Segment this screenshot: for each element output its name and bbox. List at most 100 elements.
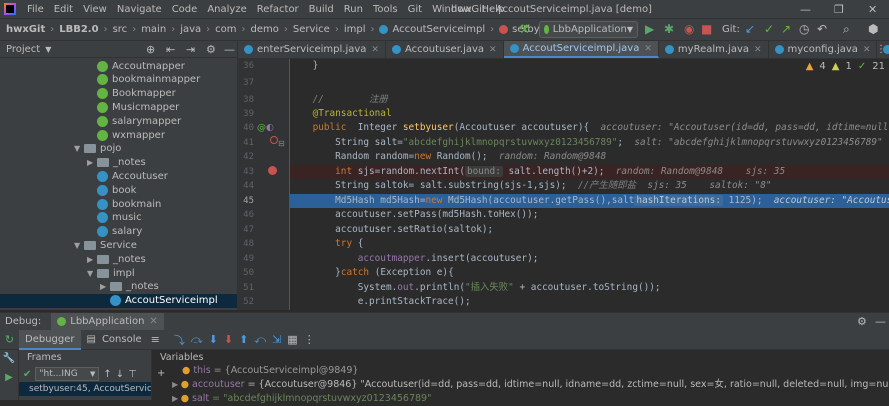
breadcrumb-java[interactable]: java <box>178 24 203 35</box>
tree-item[interactable]: ▼Service <box>0 238 237 252</box>
hide-panel-icon[interactable]: — <box>224 43 235 56</box>
menu-edit[interactable]: Edit <box>49 4 78 15</box>
chevron-right-icon[interactable]: ▶ <box>100 282 110 291</box>
implements-gutter-icon[interactable]: ◐ <box>266 123 274 133</box>
tree-item[interactable]: Musicmapper <box>0 100 237 114</box>
run-configuration-select[interactable]: LbbApplication ▼ <box>539 21 638 38</box>
breadcrumb-class[interactable]: AccoutServiceimpl <box>390 24 487 35</box>
breadcrumb-impl[interactable]: impl <box>342 24 368 35</box>
step-into-icon[interactable]: ⬇ <box>209 333 218 346</box>
tree-item[interactable]: book <box>0 183 237 197</box>
tree-item[interactable]: salary <box>0 225 237 239</box>
breadcrumb-service[interactable]: Service <box>291 24 332 35</box>
tree-item[interactable]: wxmapper <box>0 128 237 142</box>
git-commit-icon[interactable]: ✓ <box>764 22 774 36</box>
layout-icon[interactable]: ≡ <box>151 333 160 346</box>
breadcrumb-main[interactable]: main <box>139 24 168 35</box>
breakpoint-icon[interactable] <box>268 166 277 175</box>
method-breakpoint-icon[interactable] <box>270 136 278 144</box>
step-over-icon[interactable]: ⤼ <box>191 333 203 347</box>
close-window-icon[interactable]: ✕ <box>868 3 877 16</box>
close-tab-icon[interactable]: ✕ <box>754 45 762 55</box>
editor-tab[interactable]: myconfig.java✕ <box>769 41 878 58</box>
chevron-down-icon[interactable]: ▼ <box>87 269 97 278</box>
chevron-down-icon[interactable]: ▼ <box>74 241 84 250</box>
debug-session-tab[interactable]: LbbApplication ✕ <box>51 313 164 331</box>
menu-refactor[interactable]: Refactor <box>252 4 304 15</box>
chevron-down-icon[interactable]: ▼ <box>74 144 84 153</box>
down-arrow-icon[interactable]: ↓ <box>116 369 124 380</box>
editor-tab[interactable]: enterServiceimpl.java✕ <box>238 41 386 58</box>
menu-analyze[interactable]: Analyze <box>202 4 251 15</box>
menu-file[interactable]: File <box>22 4 49 15</box>
tree-item[interactable]: Accoutuser <box>0 169 237 183</box>
breadcrumb-project[interactable]: hwxGit <box>4 24 47 35</box>
stop-icon[interactable]: ■ <box>701 22 712 36</box>
resume-icon[interactable]: ▶ <box>0 372 18 383</box>
tree-item[interactable]: music <box>0 211 237 225</box>
locate-icon[interactable]: ⊕ <box>146 43 155 56</box>
editor-tab[interactable]: Accoutuser.java✕ <box>386 41 504 58</box>
ide-features-icon[interactable]: ⬢ <box>868 22 878 36</box>
git-push-icon[interactable]: ↗ <box>781 22 791 36</box>
run-icon[interactable]: ▶ <box>645 22 654 36</box>
more-icon[interactable]: ⋮ <box>304 333 315 346</box>
settings-gear-icon[interactable]: ⚙ <box>206 43 216 56</box>
tree-item[interactable]: ▼pojo <box>0 142 237 156</box>
tree-item[interactable]: salarymapper <box>0 114 237 128</box>
inspection-widget[interactable]: ▲4 ▲1 ✓21 <box>806 61 885 72</box>
thread-select[interactable]: "ht...ING▼ <box>35 367 99 381</box>
drop-frame-icon[interactable]: ⤺ <box>254 333 266 347</box>
code-editor[interactable]: } // 注册 @Transactional public Integer se… <box>290 59 889 310</box>
breadcrumb-src[interactable]: src <box>111 24 130 35</box>
debug-icon[interactable]: ✱ <box>664 22 674 36</box>
evaluate-expression-icon[interactable]: ▦ <box>287 333 297 346</box>
coverage-icon[interactable]: ◉ <box>684 22 694 36</box>
force-step-into-icon[interactable]: ⬇ <box>224 333 233 346</box>
chevron-down-icon[interactable]: ▼ <box>45 45 51 54</box>
editor-tab[interactable]: AccoutServiceimpl.java✕ <box>504 41 659 58</box>
minimize-icon[interactable]: — <box>800 3 811 16</box>
tab-console[interactable]: Console <box>96 330 148 350</box>
search-everywhere-icon[interactable]: ⌕ <box>843 22 850 37</box>
variable-row[interactable]: ▶ ● accoutuser = {Accoutuser@9846} "Acco… <box>152 378 889 392</box>
close-tab-icon[interactable]: ✕ <box>644 44 652 54</box>
git-update-icon[interactable]: ↙ <box>745 22 755 36</box>
close-icon[interactable]: ✕ <box>149 316 157 327</box>
project-title[interactable]: Project <box>6 44 40 55</box>
close-tab-icon[interactable]: ✕ <box>489 45 497 55</box>
menu-build[interactable]: Build <box>304 4 339 15</box>
settings-gear-icon[interactable]: ⚙ <box>857 315 867 328</box>
fold-icon[interactable]: ⊟ <box>278 139 285 148</box>
up-arrow-icon[interactable]: ↑ <box>103 369 111 380</box>
rerun-icon[interactable]: ↻ <box>0 333 19 346</box>
collapse-all-icon[interactable]: ⇤ <box>166 43 175 56</box>
tree-item[interactable]: Bookmapper <box>0 87 237 101</box>
menu-code[interactable]: Code <box>167 4 203 15</box>
tree-item[interactable]: ▶_notes <box>0 156 237 170</box>
chevron-right-icon[interactable]: ▶ <box>87 158 97 167</box>
editor-tab[interactable]: myRealm.java✕ <box>659 41 769 58</box>
hide-panel-icon[interactable]: — <box>875 315 886 328</box>
build-hammer-icon[interactable]: ⚒ <box>519 22 530 36</box>
frame-row-selected[interactable]: setbyuser:45, AccoutServiceimpl <box>19 382 151 396</box>
rollback-icon[interactable]: ↶ <box>817 22 827 36</box>
close-tab-icon[interactable]: ✕ <box>863 45 871 55</box>
breadcrumb-demo[interactable]: demo <box>249 24 281 35</box>
menu-git[interactable]: Git <box>403 4 427 15</box>
tree-item[interactable]: AccoutServiceimpl <box>0 294 237 308</box>
tree-item[interactable]: ▶_notes <box>0 252 237 266</box>
tabs-menu-icon[interactable]: ⋮ <box>876 44 886 55</box>
expand-all-icon[interactable]: ⇥ <box>186 43 195 56</box>
tree-item[interactable]: bookmain <box>0 197 237 211</box>
breadcrumb-module[interactable]: LBB2.0 <box>57 24 100 35</box>
menu-run[interactable]: Run <box>339 4 368 15</box>
breadcrumb-com[interactable]: com <box>213 24 238 35</box>
variable-row[interactable]: ● this = {AccoutServiceimpl@9849} <box>152 364 889 378</box>
run-to-cursor-icon[interactable]: ⇲ <box>272 333 281 346</box>
restore-icon[interactable]: ❐ <box>834 3 844 16</box>
menu-view[interactable]: View <box>78 4 112 15</box>
step-out-icon[interactable]: ⬆ <box>239 333 248 346</box>
history-icon[interactable]: ◷ <box>799 22 809 36</box>
menu-tools[interactable]: Tools <box>368 4 403 15</box>
